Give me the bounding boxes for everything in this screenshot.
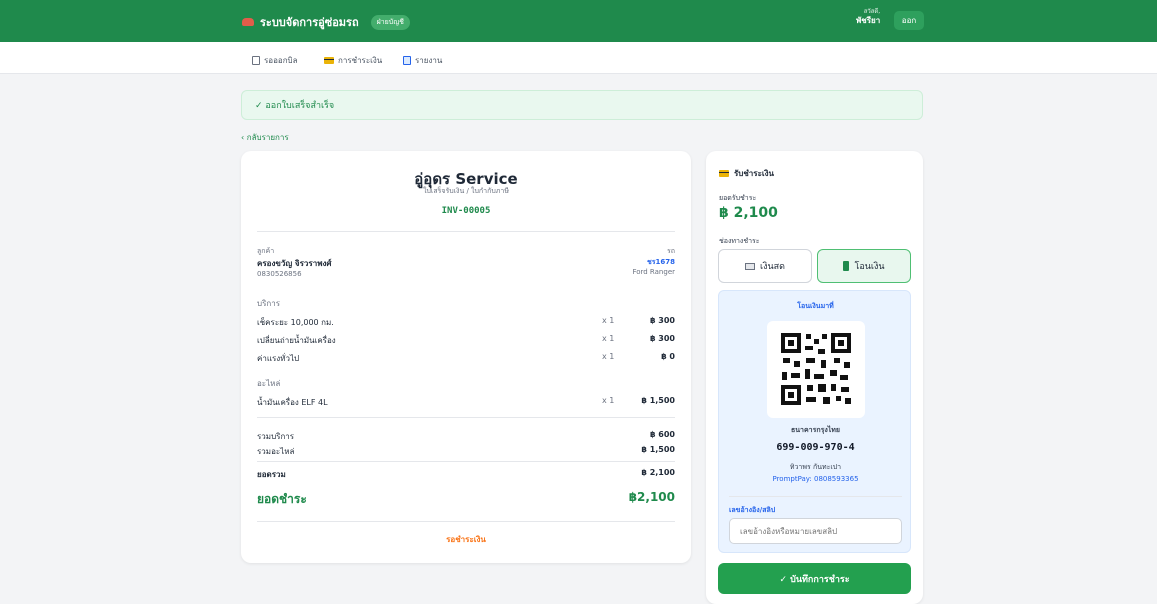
- amount-label: ยอดรับชำระ: [719, 194, 757, 202]
- service-row: เช็คระยะ 10,000 กม. x 1 ฿ 300: [257, 316, 675, 330]
- services-heading: บริการ: [257, 299, 281, 308]
- subtotal-label: รวมบริการ: [257, 432, 295, 441]
- reference-label: เลขอ้างอิง/สลิป: [729, 506, 776, 514]
- due-value: ฿2,100: [628, 490, 675, 504]
- customer-phone: 0830526856: [257, 270, 302, 278]
- receipt-card: อู่อุดร Service ใบเสร็จรับเงิน / ใบกำกับ…: [241, 151, 691, 563]
- divider: [257, 417, 675, 418]
- grand-total-value: ฿ 2,100: [641, 468, 675, 477]
- due-label: ยอดชำระ: [257, 492, 307, 506]
- save-payment-button[interactable]: ✓ บันทึกการชำระ: [718, 563, 911, 594]
- account-holder: ทิวาพร กันทะเปา: [789, 463, 842, 471]
- payment-title: รับชำระเงิน: [719, 167, 774, 180]
- success-alert: ✓ ออกใบเสร็จสำเร็จ: [241, 90, 923, 120]
- tab-label: การชำระเงิน: [338, 56, 383, 65]
- service-row: ค่าแรงทั่วไป x 1 ฿ 0: [257, 352, 675, 366]
- service-qty: x 1: [602, 352, 615, 361]
- car-icon: [242, 18, 254, 26]
- service-name: ค่าแรงทั่วไป: [257, 354, 300, 363]
- part-row: น้ำมันเครื่อง ELF 4L x 1 ฿ 1,500: [257, 396, 675, 410]
- role-badge: ฝ่ายบัญชี: [370, 14, 410, 30]
- greeting-text: สวัสดี,: [863, 8, 881, 15]
- qr-code-frame: [767, 321, 865, 418]
- payment-panel: รับชำระเงิน ยอดรับชำระ ฿ 2,100 ช่องทางชำ…: [706, 151, 923, 604]
- cash-method-button[interactable]: เงินสด: [718, 249, 812, 283]
- divider: [257, 231, 675, 232]
- transfer-details: โอนเงินมาที่ ธนาคารกรุงไทย 699-009-970-4…: [718, 290, 911, 553]
- tab-pending-bills[interactable]: รอออกบิล: [252, 54, 298, 67]
- app-title: ระบบจัดการอู่ซ่อมรถ: [260, 16, 359, 29]
- parts-heading: อะไหล่: [257, 379, 281, 388]
- user-greeting: สวัสดี, พัชรียา: [856, 8, 881, 25]
- promptpay-number: PromptPay: 0808593365: [772, 475, 859, 483]
- customer-label: ลูกค้า: [257, 247, 275, 255]
- service-qty: x 1: [602, 316, 615, 325]
- credit-card-icon: [324, 57, 334, 64]
- subtotal-label: รวมอะไหล่: [257, 447, 295, 456]
- service-price: ฿ 0: [661, 352, 675, 361]
- channel-label: ช่องทางชำระ: [719, 237, 760, 245]
- method-label: โอนเงิน: [854, 262, 885, 272]
- subtotal-value: ฿ 1,500: [641, 445, 675, 454]
- document-icon: [252, 56, 260, 65]
- part-qty: x 1: [602, 396, 615, 405]
- amount-value: ฿ 2,100: [719, 205, 778, 221]
- payment-title-text: รับชำระเงิน: [734, 169, 774, 178]
- reference-input[interactable]: [729, 518, 902, 544]
- method-label: เงินสด: [760, 262, 785, 272]
- credit-card-icon: [719, 170, 729, 177]
- tab-payments[interactable]: การชำระเงิน: [324, 54, 382, 67]
- cash-icon: [745, 262, 756, 270]
- vehicle-plate: ชร1678: [647, 258, 675, 266]
- service-row: เปลี่ยนถ่ายน้ำมันเครื่อง x 1 ฿ 300: [257, 334, 675, 348]
- vehicle-info: รถ ชร1678 Ford Ranger: [632, 246, 675, 276]
- back-link[interactable]: ‹ กลับรายการ: [241, 131, 289, 144]
- transfer-method-button[interactable]: โอนเงิน: [817, 249, 911, 283]
- service-name: เช็คระยะ 10,000 กม.: [257, 318, 334, 327]
- user-name: พัชรียา: [856, 15, 881, 25]
- service-name: เปลี่ยนถ่ายน้ำมันเครื่อง: [257, 336, 336, 345]
- part-name: น้ำมันเครื่อง ELF 4L: [257, 398, 328, 407]
- transfer-title: โอนเงินมาที่: [797, 302, 834, 310]
- grand-total-label: ยอดรวม: [257, 470, 286, 479]
- invoice-number: INV-00005: [441, 206, 491, 216]
- top-navigation-bar: ระบบจัดการอู่ซ่อมรถ ฝ่ายบัญชี สวัสดี, พั…: [0, 0, 1157, 42]
- tab-label: รอออกบิล: [264, 56, 298, 65]
- subtotal-value: ฿ 600: [649, 430, 675, 439]
- tab-label: รายงาน: [415, 56, 443, 65]
- report-icon: [403, 56, 411, 65]
- vehicle-model: Ford Ranger: [632, 268, 675, 276]
- bank-name: ธนาคารกรุงไทย: [790, 426, 840, 434]
- service-price: ฿ 300: [649, 334, 675, 343]
- divider: [257, 461, 675, 462]
- customer-name: ครองขวัญ จิรวราพงศ์: [257, 259, 332, 268]
- tab-reports[interactable]: รายงาน: [403, 54, 442, 67]
- mobile-icon: [843, 261, 850, 271]
- brand: ระบบจัดการอู่ซ่อมรถ ฝ่ายบัญชี: [242, 13, 410, 31]
- divider: [257, 521, 675, 522]
- sub-navigation: รอออกบิล การชำระเงิน รายงาน: [0, 42, 1157, 74]
- account-number: 699-009-970-4: [776, 442, 855, 453]
- divider: [729, 496, 902, 497]
- payment-status: รอชำระเงิน: [446, 535, 486, 544]
- service-qty: x 1: [602, 334, 615, 343]
- service-price: ฿ 300: [649, 316, 675, 325]
- logout-button[interactable]: ออก: [894, 11, 924, 30]
- vehicle-label: รถ: [667, 247, 675, 255]
- qr-code-icon: [781, 333, 851, 405]
- receipt-subtitle: ใบเสร็จรับเงิน / ใบกำกับภาษี: [423, 187, 509, 195]
- customer-info: ลูกค้า ครองขวัญ จิรวราพงศ์ 0830526856: [257, 246, 331, 278]
- part-price: ฿ 1,500: [641, 396, 675, 405]
